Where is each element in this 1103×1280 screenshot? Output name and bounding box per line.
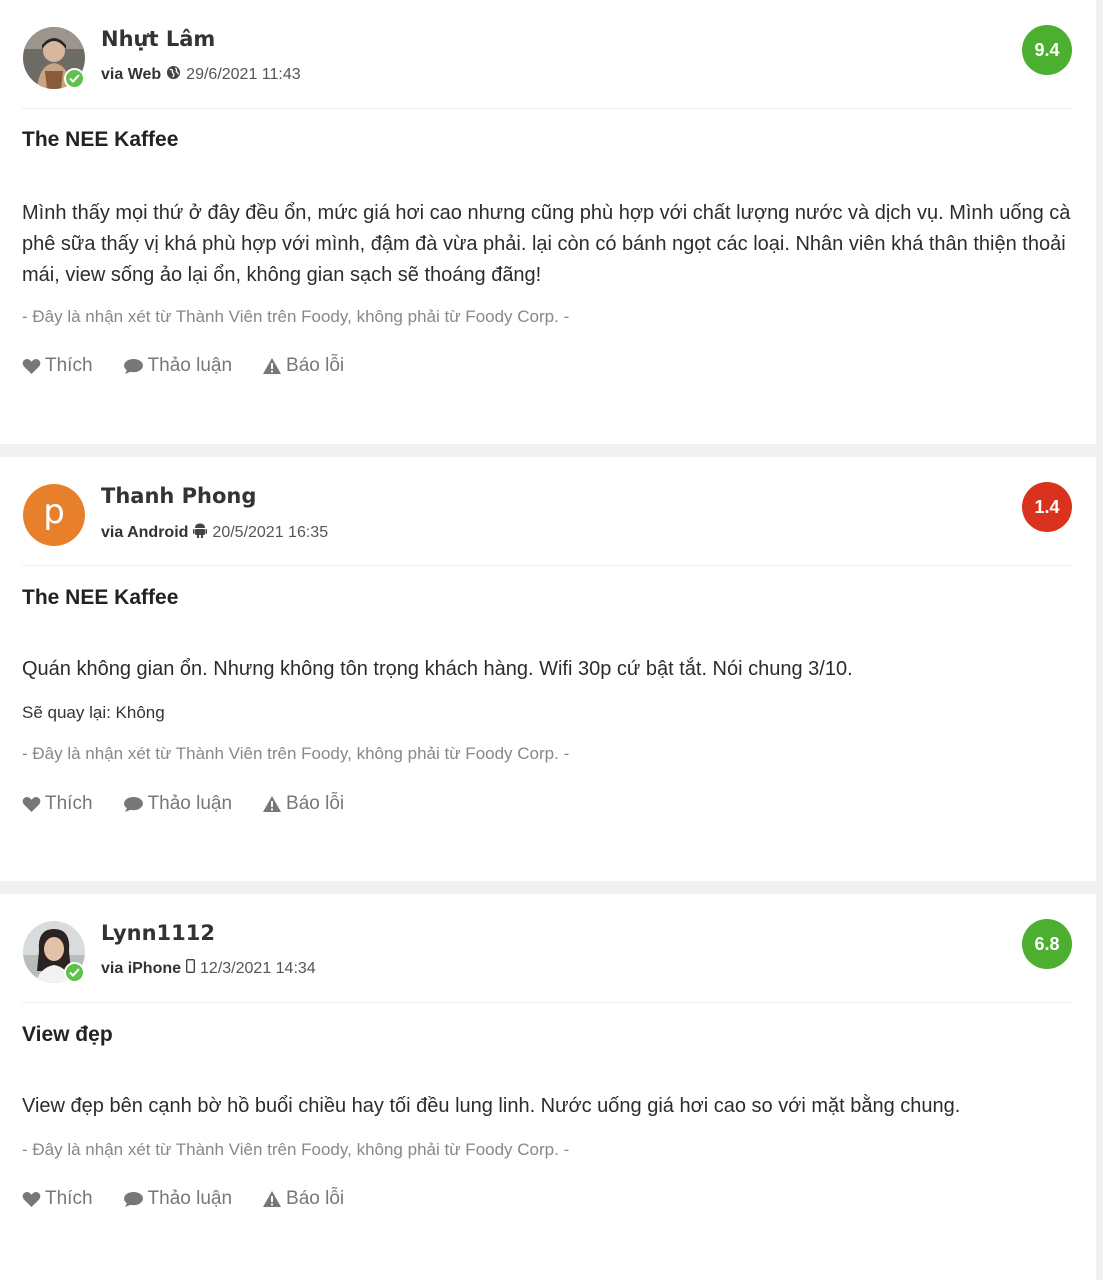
review-meta: via Web 29/6/2021 11:43 (101, 65, 301, 85)
android-icon (193, 522, 208, 543)
review-datetime: 20/5/2021 16:35 (212, 523, 329, 541)
review-score-badge: 6.8 (1022, 919, 1072, 969)
like-button[interactable]: Thích (22, 1188, 93, 1210)
verified-badge-icon (64, 962, 85, 983)
review-actions: Thích Thảo luận Báo lỗi (22, 1188, 344, 1210)
reviewer-name[interactable]: Lynn1112 (101, 921, 215, 945)
discuss-label: Thảo luận (147, 793, 233, 814)
review-score-badge: 9.4 (1022, 25, 1072, 75)
review-actions: Thích Thảo luận Báo lỗi (22, 355, 344, 377)
review-source: via iPhone (101, 959, 182, 977)
review-source: via Web (101, 66, 162, 83)
discuss-button[interactable]: Thảo luận (123, 1188, 233, 1210)
revisit-status: Sẽ quay lại: Không (22, 703, 165, 722)
review-body: View đẹp bên cạnh bờ hồ buổi chiều hay t… (22, 1095, 961, 1117)
phone-icon (186, 958, 196, 978)
heart-icon (22, 358, 41, 374)
like-button[interactable]: Thích (22, 793, 93, 815)
review-disclaimer: - Đây là nhận xét từ Thành Viên trên Foo… (22, 1140, 570, 1159)
report-button[interactable]: Báo lỗi (262, 355, 344, 377)
discuss-button[interactable]: Thảo luận (123, 355, 233, 377)
review-card: Lynn1112 via iPhone 12/3/2021 14:34 6.8 … (0, 894, 1096, 1280)
report-button[interactable]: Báo lỗi (262, 1188, 344, 1210)
heart-icon (22, 1191, 41, 1207)
reviewer-name[interactable]: Nhựt Lâm (101, 27, 215, 51)
report-label: Báo lỗi (286, 355, 345, 376)
reviewer-name[interactable]: Thanh Phong (101, 484, 256, 508)
warning-icon (263, 358, 282, 374)
review-meta: via iPhone 12/3/2021 14:34 (101, 958, 316, 978)
review-title[interactable]: View đẹp (22, 1023, 113, 1047)
comment-icon (123, 1191, 143, 1207)
review-datetime: 12/3/2021 14:34 (200, 959, 316, 977)
like-label: Thích (45, 793, 93, 814)
discuss-button[interactable]: Thảo luận (123, 793, 233, 815)
comment-icon (123, 796, 143, 812)
review-actions: Thích Thảo luận Báo lỗi (22, 793, 344, 815)
heart-icon (22, 796, 41, 812)
review-title[interactable]: The NEE Kaffee (22, 586, 178, 610)
review-card: Nhựt Lâm via Web 29/6/2021 11:43 9.4 The… (0, 0, 1096, 444)
comment-icon (123, 358, 143, 374)
review-datetime: 29/6/2021 11:43 (186, 66, 301, 83)
review-title[interactable]: The NEE Kaffee (22, 128, 178, 152)
like-button[interactable]: Thích (22, 355, 93, 377)
globe-icon (166, 65, 181, 85)
review-meta: via Android 20/5/2021 16:35 (101, 522, 328, 543)
like-label: Thích (45, 1188, 93, 1209)
review-header: Lynn1112 via iPhone 12/3/2021 14:34 6.8 (22, 894, 1072, 1003)
report-label: Báo lỗi (286, 1188, 345, 1209)
review-header: p Thanh Phong via Android 20/5/2021 16:3… (22, 457, 1072, 566)
review-body: Mình thấy mọi thứ ở đây đều ổn, mức giá … (22, 202, 1071, 286)
report-label: Báo lỗi (286, 793, 345, 814)
review-body: Quán không gian ổn. Nhưng không tôn trọn… (22, 658, 853, 680)
review-disclaimer: - Đây là nhận xét từ Thành Viên trên Foo… (22, 744, 570, 763)
warning-icon (263, 1191, 282, 1207)
avatar-letter: p (43, 492, 65, 532)
avatar[interactable]: p (23, 484, 85, 546)
review-source: via Android (101, 523, 189, 541)
review-card: p Thanh Phong via Android 20/5/2021 16:3… (0, 457, 1096, 881)
discuss-label: Thảo luận (147, 355, 233, 376)
review-header: Nhựt Lâm via Web 29/6/2021 11:43 9.4 (22, 0, 1072, 109)
verified-badge-icon (64, 68, 85, 89)
review-disclaimer: - Đây là nhận xét từ Thành Viên trên Foo… (22, 307, 570, 326)
like-label: Thích (45, 355, 93, 376)
report-button[interactable]: Báo lỗi (262, 793, 344, 815)
warning-icon (263, 796, 282, 812)
review-score-badge: 1.4 (1022, 482, 1072, 532)
discuss-label: Thảo luận (147, 1188, 233, 1209)
